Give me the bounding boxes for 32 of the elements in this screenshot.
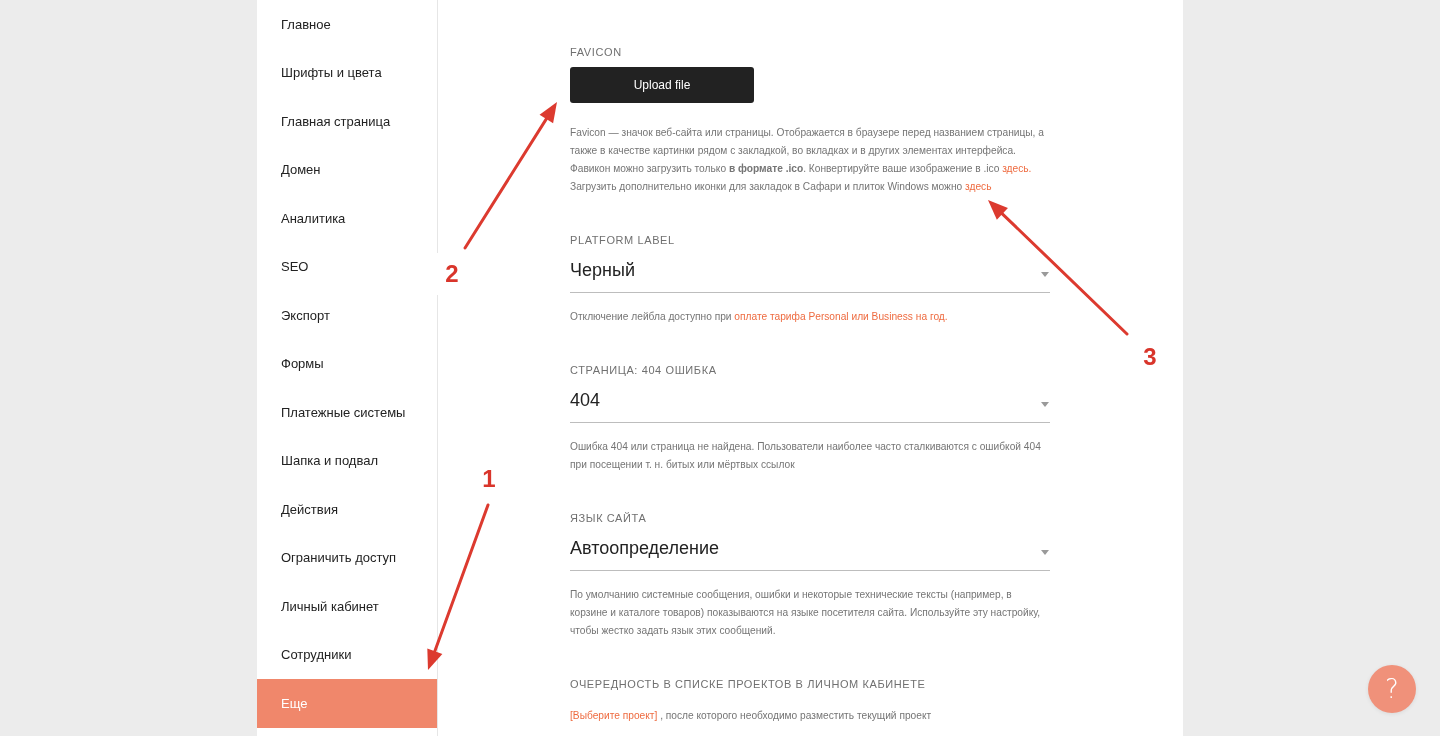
sidebar-item[interactable]: Домен: [257, 145, 437, 194]
section-label: FAVICON: [570, 45, 623, 59]
sidebar-item[interactable]: Экспорт: [257, 291, 437, 340]
section-label: ЯЗЫК САЙТА: [570, 511, 648, 525]
sidebar-item[interactable]: Главная страница: [257, 97, 437, 146]
caret-icon: [1041, 402, 1049, 407]
sidebar-item[interactable]: SEO: [257, 242, 437, 291]
section-label: СТРАНИЦА: 404 ОШИБКА: [570, 363, 718, 377]
section-label: ОЧЕРЕДНОСТЬ В СПИСКЕ ПРОЕКТОВ В ЛИЧНОМ КАБИНЕТЕ: [570, 677, 927, 691]
sidebar-item[interactable]: Шрифты и цвета: [257, 48, 437, 97]
sidebar-item[interactable]: Действия: [257, 485, 437, 534]
help-text: Favicon — значок веб-сайта или страницы. Отображается в браузере перед названием страницы, а также в качестве картинки рядом с закладкой, во вкладках и в других элементах интерфейса. Фавикон можно загрузить только в формате .ico. Конвертируйте ваше изображение в .ico здесь.: [570, 126, 1045, 176]
sidebar-item[interactable]: Формы: [257, 339, 437, 388]
help-text: Отключение лейбла доступно при оплате тарифа Personal или Business на год.: [570, 310, 949, 324]
section-label: PLATFORM LABEL: [570, 233, 676, 247]
help-text: Загрузить дополнительно иконки для закладок в Сафари и плиток Windows можно здесь: [570, 180, 993, 194]
caret-icon: [1041, 550, 1049, 555]
select-field[interactable]: Черный: [570, 253, 1050, 293]
select-field[interactable]: Автоопределение: [570, 531, 1050, 571]
upload-button[interactable]: Upload file: [570, 67, 754, 103]
help-text: По умолчанию системные сообщения, ошибки и некоторые технические тексты (например, в корзине и каталоге товаров) показываются на языке посетителя сайта. Используйте эту настройку, чтобы жестко задать язык этих сообщений.: [570, 588, 1042, 638]
sidebar-item[interactable]: Главное: [257, 0, 437, 49]
sidebar-item[interactable]: Сотрудники: [257, 630, 437, 679]
help-text: [Выберите проект] , после которого необходимо разместить текущий проект: [570, 709, 933, 723]
sidebar-item[interactable]: Личный кабинет: [257, 582, 437, 631]
sidebar-item[interactable]: Ограничить доступ: [257, 533, 437, 582]
sidebar-item[interactable]: Платежные системы: [257, 388, 437, 437]
caret-icon: [1041, 272, 1049, 277]
select-field[interactable]: 404: [570, 383, 1050, 423]
sidebar-item[interactable]: Аналитика: [257, 194, 437, 243]
sidebar-item[interactable]: Шапка и подвал: [257, 436, 437, 485]
help-text: Ошибка 404 или страница не найдена. Пользователи наиболее часто сталкиваются с ошибкой 404 при посещении т. н. битых или мёртвых ссылок: [570, 440, 1042, 472]
